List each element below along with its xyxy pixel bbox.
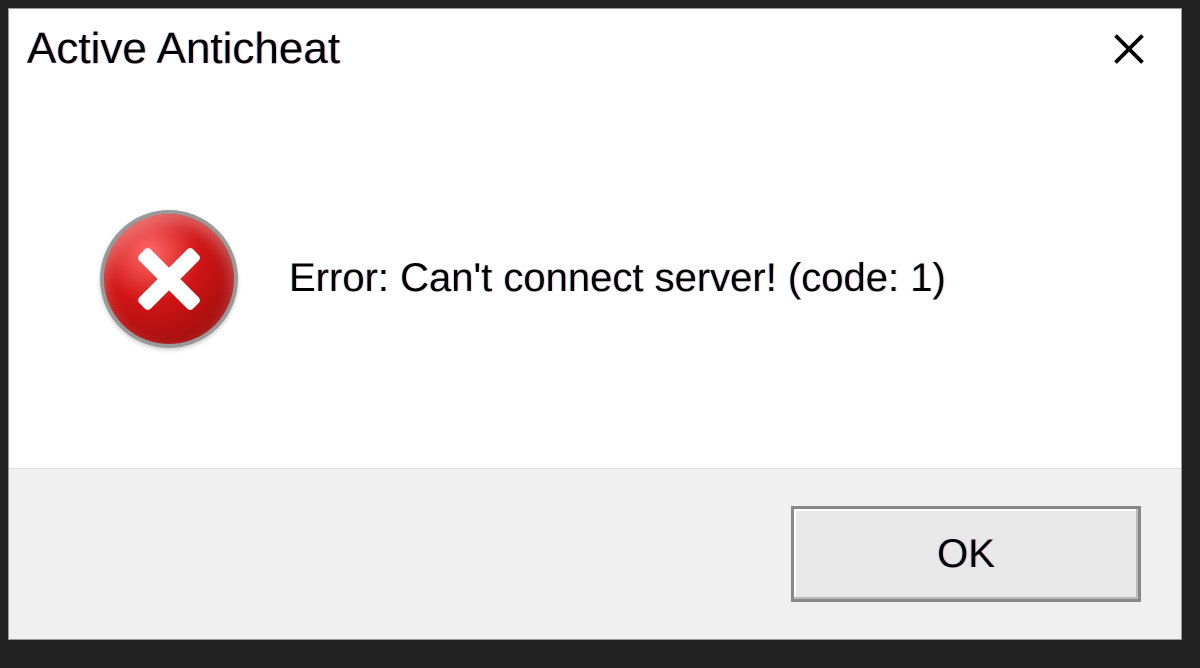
error-icon-wrap [99,209,239,349]
error-icon [100,210,238,348]
dialog-title: Active Anticheat [27,24,340,74]
error-dialog: Active Anticheat Error: Can't connect se… [8,8,1182,640]
error-message: Error: Can't connect server! (code: 1) [289,256,946,301]
dialog-button-area: OK [9,468,1181,639]
dialog-titlebar: Active Anticheat [9,9,1181,89]
ok-button[interactable]: OK [791,506,1141,602]
x-icon [1111,31,1147,67]
close-icon[interactable] [1107,27,1151,71]
dialog-content: Error: Can't connect server! (code: 1) [9,89,1181,468]
